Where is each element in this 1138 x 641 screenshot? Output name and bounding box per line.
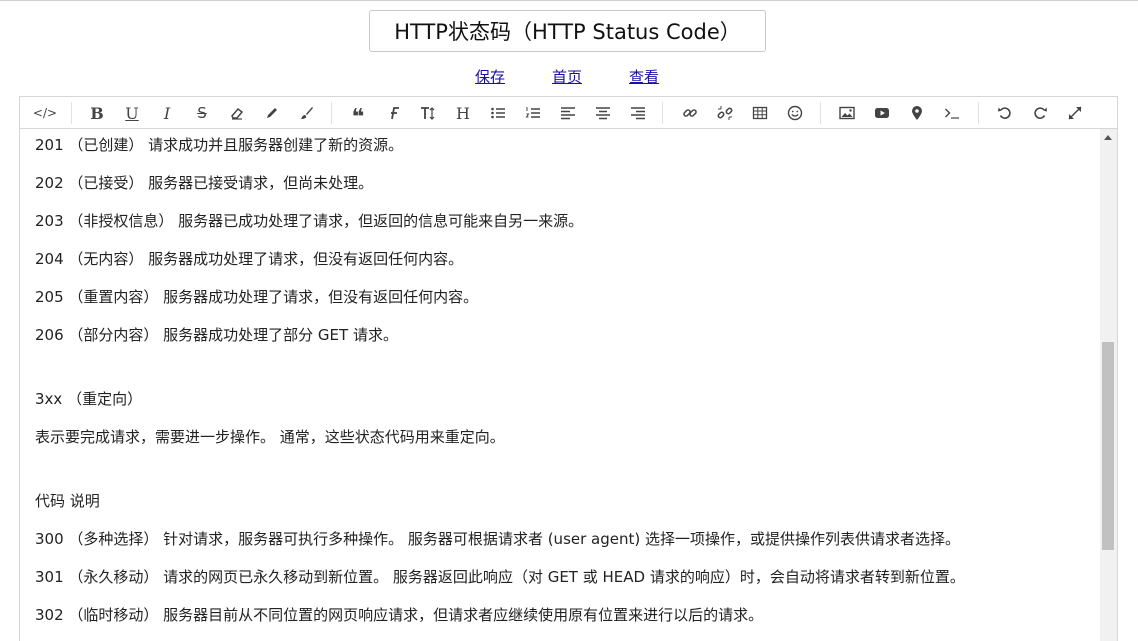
content-line: 300 （多种选择） 针对请求，服务器可执行多种操作。 服务器可根据请求者 (u… xyxy=(35,530,960,548)
numbered-list-icon[interactable] xyxy=(520,100,546,126)
pencil-icon[interactable] xyxy=(259,100,285,126)
page-title-input[interactable]: HTTP状态码（HTTP Status Code） xyxy=(369,10,766,52)
align-center-icon[interactable] xyxy=(590,100,616,126)
terminal-icon[interactable] xyxy=(939,100,965,126)
section-heading: 3xx （重定向） xyxy=(35,390,143,408)
map-marker-icon[interactable] xyxy=(904,100,930,126)
save-link[interactable]: 保存 xyxy=(475,66,505,87)
table-icon[interactable] xyxy=(747,100,773,126)
brush-icon[interactable] xyxy=(294,100,320,126)
scroll-up-arrow-icon[interactable] xyxy=(1104,135,1112,140)
content-line: 203 （非授权信息） 服务器已成功处理了请求，但返回的信息可能来自另一来源。 xyxy=(35,212,584,230)
view-link[interactable]: 查看 xyxy=(629,66,659,87)
editor-toolbar: </> B U I S ❝ H xyxy=(19,96,1118,130)
home-link[interactable]: 首页 xyxy=(552,66,582,87)
content-line: 代码 说明 xyxy=(35,492,100,510)
window-top-border xyxy=(0,0,1138,1)
bold-button[interactable]: B xyxy=(84,100,110,126)
content-line: 206 （部分内容） 服务器成功处理了部分 GET 请求。 xyxy=(35,326,398,344)
italic-button[interactable]: I xyxy=(154,100,180,126)
action-links: 保存 首页 查看 xyxy=(0,66,1138,88)
link-icon[interactable] xyxy=(677,100,703,126)
redo-icon[interactable] xyxy=(1027,100,1053,126)
text-height-icon[interactable] xyxy=(415,100,441,126)
blockquote-button[interactable]: ❝ xyxy=(345,100,371,130)
underline-button[interactable]: U xyxy=(119,100,145,126)
fullscreen-icon[interactable] xyxy=(1062,100,1088,126)
toolbar-separator xyxy=(331,102,332,124)
content-line: 202 （已接受） 服务器已接受请求，但尚未处理。 xyxy=(35,174,374,192)
strikethrough-button[interactable]: S xyxy=(189,100,215,126)
toolbar-separator xyxy=(662,102,663,124)
toolbar-separator xyxy=(978,102,979,124)
content-line: 204 （无内容） 服务器成功处理了请求，但没有返回任何内容。 xyxy=(35,250,464,268)
content-line: 表示要完成请求，需要进一步操作。 通常，这些状态代码用来重定向。 xyxy=(35,428,505,446)
toolbar-separator xyxy=(820,102,821,124)
content-line: 205 （重置内容） 服务器成功处理了请求，但没有返回任何内容。 xyxy=(35,288,479,306)
emoji-icon[interactable] xyxy=(782,100,808,126)
eraser-icon[interactable] xyxy=(224,100,250,126)
video-icon[interactable] xyxy=(869,100,895,126)
toolbar-separator xyxy=(71,102,72,124)
scrollbar-thumb[interactable] xyxy=(1102,342,1114,550)
image-icon[interactable] xyxy=(834,100,860,126)
font-icon[interactable] xyxy=(380,100,406,126)
align-left-icon[interactable] xyxy=(555,100,581,126)
align-right-icon[interactable] xyxy=(625,100,651,126)
content-line: 201 （已创建） 请求成功并且服务器创建了新的资源。 xyxy=(35,136,404,154)
undo-icon[interactable] xyxy=(992,100,1018,126)
vertical-scrollbar[interactable] xyxy=(1100,129,1117,641)
bullet-list-icon[interactable] xyxy=(485,100,511,126)
editor-content-area[interactable]: 201 （已创建） 请求成功并且服务器创建了新的资源。 202 （已接受） 服务… xyxy=(19,129,1118,641)
unlink-icon[interactable] xyxy=(712,100,738,126)
content-line: 302 （临时移动） 服务器目前从不同位置的网页响应请求，但请求者应继续使用原有… xyxy=(35,606,764,624)
content-line: 301 （永久移动） 请求的网页已永久移动到新位置。 服务器返回此响应（对 GE… xyxy=(35,568,965,586)
heading-button[interactable]: H xyxy=(450,100,476,126)
code-view-button[interactable]: </> xyxy=(32,100,58,126)
